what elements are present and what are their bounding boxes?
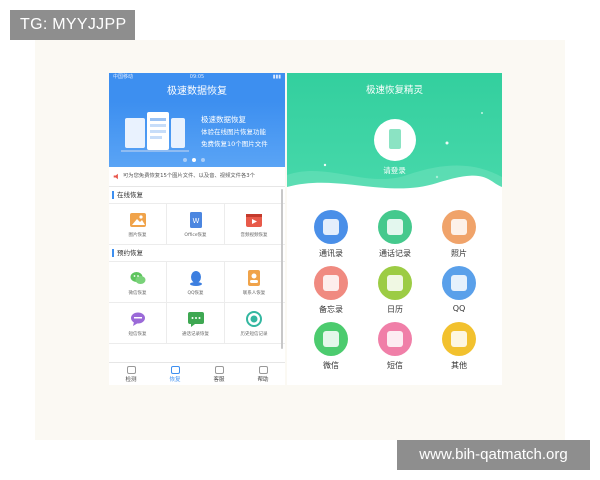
banner-line-2: 免费恢复10个图片文件	[201, 140, 268, 148]
contacts-recovery-button[interactable]: 联系人恢复	[225, 262, 283, 302]
wechat-recovery-label: 微信恢复	[128, 291, 147, 296]
image-recovery-button[interactable]: 图片恢复	[109, 204, 167, 244]
recover-icon	[170, 366, 180, 374]
tab-detect-label: 检测	[125, 377, 137, 383]
call-log-icon	[188, 312, 204, 327]
calendar-button[interactable]: 日历	[365, 266, 425, 320]
other-button[interactable]: 其他	[429, 322, 489, 376]
photo-label: 照片	[451, 249, 467, 258]
phone-illustration-icon	[121, 112, 189, 152]
photo-icon	[442, 210, 476, 244]
contacts-icon	[248, 270, 260, 286]
wechat-recovery-button[interactable]: 微信恢复	[109, 262, 167, 302]
call-log-recovery-button[interactable]: 通话记录恢复	[167, 303, 225, 343]
header-panel: 极速恢复精灵 请登录	[287, 73, 502, 203]
help-icon	[258, 366, 268, 374]
qq-label: QQ	[452, 304, 466, 313]
avatar[interactable]	[374, 119, 416, 161]
login-link[interactable]: 请登录	[287, 165, 502, 176]
office-recovery-button[interactable]: W Office恢复	[167, 204, 225, 244]
sms-button[interactable]: 短信	[365, 322, 425, 376]
call-log-button[interactable]: 通话记录	[365, 210, 425, 264]
history-sms-label: 历史短信记录	[240, 332, 268, 337]
calendar-icon	[378, 266, 412, 300]
office-recovery-label: Office恢复	[184, 233, 207, 238]
other-label: 其他	[451, 361, 467, 370]
section-title-reserve: 预约恢复	[109, 245, 285, 261]
image-icon	[130, 213, 146, 227]
section-title-online: 在线恢复	[109, 187, 285, 203]
tab-detect[interactable]: 检测	[109, 363, 153, 385]
call-log-recovery-label: 通话记录恢复	[182, 332, 209, 337]
tab-help[interactable]: 帮助	[241, 363, 285, 385]
contacts-label: 通讯录	[319, 249, 343, 258]
memo-button[interactable]: 备忘录	[301, 266, 361, 320]
tab-recover[interactable]: 恢复	[153, 363, 197, 385]
phone-icon	[389, 129, 401, 149]
history-sms-button[interactable]: 历史短信记录	[225, 303, 283, 343]
memo-icon	[314, 266, 348, 300]
image-recovery-label: 图片恢复	[128, 233, 147, 238]
memo-label: 备忘录	[319, 305, 343, 314]
promo-banner[interactable]: 极速数据恢复 体验在线图片恢复功能 免费恢复10个图片文件	[109, 102, 285, 167]
qq-button[interactable]: QQ	[429, 266, 489, 320]
scrollbar[interactable]	[281, 189, 283, 349]
sms-icon	[131, 312, 145, 326]
reserve-recovery-grid-row-1: 微信恢复 QQ恢复 联系人恢复	[109, 261, 285, 303]
other-icon	[442, 322, 476, 356]
qq-recovery-label: QQ恢复	[187, 291, 204, 296]
battery-icon: ▮▮▮	[272, 74, 281, 80]
watermark-url: www.bih-qatmatch.org	[397, 440, 590, 470]
wechat-label: 微信	[323, 361, 339, 370]
page-title: 极速数据恢复	[109, 82, 285, 102]
wechat-icon	[130, 272, 146, 284]
calendar-label: 日历	[387, 305, 403, 314]
history-icon	[246, 311, 262, 327]
photo-button[interactable]: 照片	[429, 210, 489, 264]
media-recovery-label: 音频视频恢复	[240, 233, 268, 238]
tag-label: TG: MYYJJPP	[10, 10, 135, 40]
wechat-icon	[314, 322, 348, 356]
call-log-icon	[378, 210, 412, 244]
online-recovery-grid: 图片恢复 W Office恢复 音频视频恢复	[109, 203, 285, 245]
service-icon	[214, 366, 224, 374]
carousel-dot-active[interactable]	[192, 158, 196, 162]
banner-line-1: 体验在线图片恢复功能	[201, 128, 266, 136]
media-recovery-button[interactable]: 音频视频恢复	[225, 204, 283, 244]
tab-help-label: 帮助	[257, 377, 269, 383]
sms-label: 短信	[387, 361, 403, 370]
carousel-dot[interactable]	[183, 158, 187, 162]
tab-recover-label: 恢复	[169, 377, 181, 383]
carousel-dots[interactable]	[183, 158, 205, 162]
sms-recovery-button[interactable]: 短信恢复	[109, 303, 167, 343]
video-icon	[246, 214, 262, 227]
phone-screen-recovery-sprite: 极速恢复精灵 请登录 通讯录 通话记录 照片 备忘录 日历 QQ 微信 短信 其…	[287, 73, 502, 385]
call-log-label: 通话记录	[379, 249, 411, 258]
qq-icon	[442, 266, 476, 300]
banner-title: 极速数据恢复	[201, 115, 246, 124]
contacts-icon	[314, 210, 348, 244]
document-icon: W	[190, 212, 202, 228]
tab-service-label: 客服	[213, 377, 225, 383]
notice-text: 可为您免费恢复15个图片文件、以及音、视频文件各3个	[123, 173, 255, 179]
wechat-button[interactable]: 微信	[301, 322, 361, 376]
qq-icon	[190, 271, 202, 286]
svg-text:W: W	[193, 217, 200, 225]
status-time: 09:05	[189, 74, 205, 80]
reserve-recovery-grid-row-2: 短信恢复 通话记录恢复 历史短信记录	[109, 303, 285, 344]
tab-service[interactable]: 客服	[197, 363, 241, 385]
sms-icon	[378, 322, 412, 356]
phone-screen-data-recovery: 中国移动 09:05 ▮▮▮ 极速数据恢复 极速数据恢复 体验在线图片恢复功能 …	[109, 73, 285, 385]
contacts-button[interactable]: 通讯录	[301, 210, 361, 264]
status-bar: 中国移动 09:05 ▮▮▮	[109, 73, 285, 82]
bottom-tab-bar: 检测 恢复 客服 帮助	[109, 362, 285, 385]
contacts-recovery-label: 联系人恢复	[242, 291, 266, 296]
carousel-dot[interactable]	[201, 158, 205, 162]
sms-recovery-label: 短信恢复	[128, 332, 147, 337]
speaker-icon	[113, 173, 118, 180]
free-quota-notice: 可为您免费恢复15个图片文件、以及音、视频文件各3个	[109, 167, 285, 187]
qq-recovery-button[interactable]: QQ恢复	[167, 262, 225, 302]
detect-icon	[126, 366, 136, 374]
